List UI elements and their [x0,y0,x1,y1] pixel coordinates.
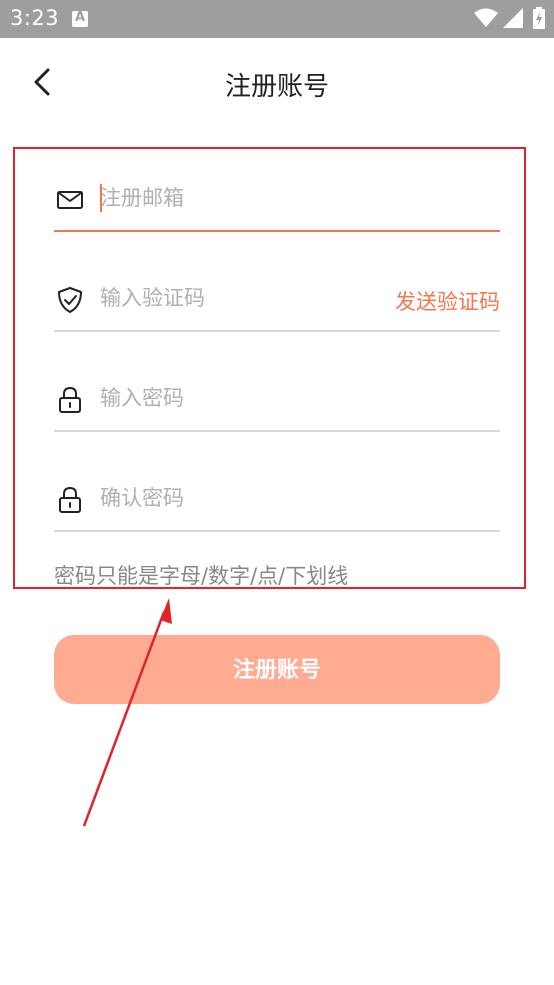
header: 注册账号 [0,38,554,128]
register-button[interactable]: 注册账号 [54,635,500,704]
wifi-icon [474,8,498,27]
status-time: 3:23 [10,6,60,30]
status-bar: 3:23 [0,0,554,38]
battery-icon [533,7,545,29]
notification-a-icon [72,10,88,27]
page-title: 注册账号 [224,72,329,102]
annotation-box [13,147,526,589]
signal-icon [503,8,523,28]
